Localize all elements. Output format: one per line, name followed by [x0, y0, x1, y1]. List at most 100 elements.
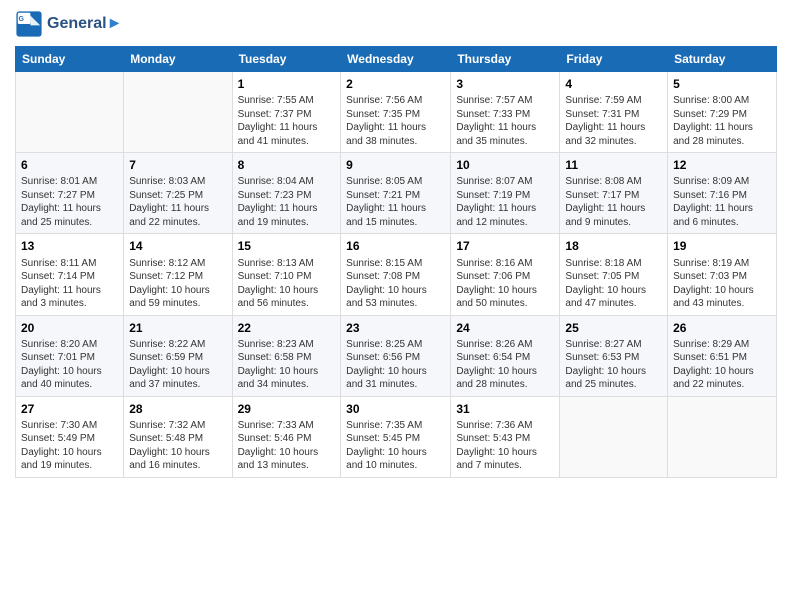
day-info: Sunrise: 7:33 AM Sunset: 5:46 PM Dayligh…	[238, 419, 336, 473]
calendar-cell: 25 Sunrise: 8:27 AM Sunset: 6:53 PM Dayli…	[560, 315, 668, 396]
day-number: 3	[456, 76, 554, 92]
day-info: Sunrise: 8:27 AM Sunset: 6:53 PM Dayligh…	[565, 338, 662, 392]
day-info: Sunrise: 8:23 AM Sunset: 6:58 PM Dayligh…	[238, 338, 336, 392]
day-number: 22	[238, 320, 336, 336]
svg-text:G: G	[19, 16, 25, 23]
day-info: Sunrise: 7:32 AM Sunset: 5:48 PM Dayligh…	[129, 419, 226, 473]
weekday-header-tuesday: Tuesday	[232, 47, 341, 72]
day-info: Sunrise: 8:22 AM Sunset: 6:59 PM Dayligh…	[129, 338, 226, 392]
calendar-cell	[16, 72, 124, 153]
calendar-week-5: 27Sunrise: 7:30 AM Sunset: 5:49 PM Dayli…	[16, 396, 777, 477]
day-info: Sunrise: 8:20 AM Sunset: 7:01 PM Dayligh…	[21, 338, 118, 392]
calendar-cell: 30 Sunrise: 7:35 AM Sunset: 5:45 PM Dayli…	[341, 396, 451, 477]
calendar-cell: 20 Sunrise: 8:20 AM Sunset: 7:01 PM Dayli…	[16, 315, 124, 396]
weekday-header-friday: Friday	[560, 47, 668, 72]
calendar-week-3: 13 Sunrise: 8:11 AM Sunset: 7:14 PM Dayli…	[16, 234, 777, 315]
day-info: Sunrise: 8:01 AM Sunset: 7:27 PM Dayligh…	[21, 175, 118, 229]
day-info: Sunrise: 8:18 AM Sunset: 7:05 PM Dayligh…	[565, 257, 662, 311]
day-number: 13	[21, 238, 118, 254]
calendar-cell: 26 Sunrise: 8:29 AM Sunset: 6:51 PM Dayli…	[668, 315, 777, 396]
calendar-cell: 11Sunrise: 8:08 AM Sunset: 7:17 PM Dayli…	[560, 153, 668, 234]
day-number: 20	[21, 320, 118, 336]
calendar-cell	[560, 396, 668, 477]
calendar-cell: 1 Sunrise: 7:55 AM Sunset: 7:37 PM Daylig…	[232, 72, 341, 153]
day-number: 30	[346, 401, 445, 417]
day-number: 1	[238, 76, 336, 92]
calendar-cell	[124, 72, 232, 153]
weekday-header-saturday: Saturday	[668, 47, 777, 72]
day-number: 14	[129, 238, 226, 254]
calendar-cell: 17 Sunrise: 8:16 AM Sunset: 7:06 PM Dayli…	[451, 234, 560, 315]
calendar-cell: 5 Sunrise: 8:00 AM Sunset: 7:29 PM Daylig…	[668, 72, 777, 153]
day-number: 6	[21, 157, 118, 173]
day-number: 7	[129, 157, 226, 173]
day-number: 4	[565, 76, 662, 92]
day-info: Sunrise: 8:29 AM Sunset: 6:51 PM Dayligh…	[673, 338, 771, 392]
calendar-cell: 13 Sunrise: 8:11 AM Sunset: 7:14 PM Dayli…	[16, 234, 124, 315]
day-info: Sunrise: 8:07 AM Sunset: 7:19 PM Dayligh…	[456, 175, 554, 229]
day-number: 8	[238, 157, 336, 173]
day-number: 25	[565, 320, 662, 336]
weekday-header-sunday: Sunday	[16, 47, 124, 72]
weekday-header-thursday: Thursday	[451, 47, 560, 72]
day-info: Sunrise: 8:11 AM Sunset: 7:14 PM Dayligh…	[21, 257, 118, 311]
calendar-week-2: 6 Sunrise: 8:01 AM Sunset: 7:27 PM Daylig…	[16, 153, 777, 234]
calendar-cell: 16 Sunrise: 8:15 AM Sunset: 7:08 PM Dayli…	[341, 234, 451, 315]
calendar-cell: 14 Sunrise: 8:12 AM Sunset: 7:12 PM Dayli…	[124, 234, 232, 315]
day-number: 31	[456, 401, 554, 417]
calendar-cell: 31 Sunrise: 7:36 AM Sunset: 5:43 PM Dayli…	[451, 396, 560, 477]
day-number: 24	[456, 320, 554, 336]
day-info: Sunrise: 7:36 AM Sunset: 5:43 PM Dayligh…	[456, 419, 554, 473]
day-number: 23	[346, 320, 445, 336]
day-number: 15	[238, 238, 336, 254]
calendar-cell: 12 Sunrise: 8:09 AM Sunset: 7:16 PM Dayli…	[668, 153, 777, 234]
page: G General► SundayMondayTuesdayWednesdayT…	[0, 0, 792, 612]
day-number: 28	[129, 401, 226, 417]
calendar-cell: 22 Sunrise: 8:23 AM Sunset: 6:58 PM Dayli…	[232, 315, 341, 396]
day-info: Sunrise: 8:16 AM Sunset: 7:06 PM Dayligh…	[456, 257, 554, 311]
calendar-cell: 8Sunrise: 8:04 AM Sunset: 7:23 PM Daylig…	[232, 153, 341, 234]
day-number: 17	[456, 238, 554, 254]
logo: G General►	[15, 10, 122, 38]
day-info: Sunrise: 7:35 AM Sunset: 5:45 PM Dayligh…	[346, 419, 445, 473]
weekday-header-wednesday: Wednesday	[341, 47, 451, 72]
calendar-cell: 15 Sunrise: 8:13 AM Sunset: 7:10 PM Dayli…	[232, 234, 341, 315]
day-number: 12	[673, 157, 771, 173]
day-number: 10	[456, 157, 554, 173]
day-number: 11	[565, 157, 662, 173]
calendar-cell: 19 Sunrise: 8:19 AM Sunset: 7:03 PM Dayli…	[668, 234, 777, 315]
day-number: 21	[129, 320, 226, 336]
day-info: Sunrise: 8:15 AM Sunset: 7:08 PM Dayligh…	[346, 257, 445, 311]
day-number: 9	[346, 157, 445, 173]
calendar-cell: 21 Sunrise: 8:22 AM Sunset: 6:59 PM Dayli…	[124, 315, 232, 396]
calendar-cell: 7 Sunrise: 8:03 AM Sunset: 7:25 PM Daylig…	[124, 153, 232, 234]
day-number: 19	[673, 238, 771, 254]
calendar-table: SundayMondayTuesdayWednesdayThursdayFrid…	[15, 46, 777, 478]
day-number: 26	[673, 320, 771, 336]
calendar-cell: 10 Sunrise: 8:07 AM Sunset: 7:19 PM Dayli…	[451, 153, 560, 234]
calendar-week-1: 1 Sunrise: 7:55 AM Sunset: 7:37 PM Daylig…	[16, 72, 777, 153]
day-number: 5	[673, 76, 771, 92]
calendar-cell: 4Sunrise: 7:59 AM Sunset: 7:31 PM Daylig…	[560, 72, 668, 153]
calendar-week-4: 20 Sunrise: 8:20 AM Sunset: 7:01 PM Dayli…	[16, 315, 777, 396]
day-info: Sunrise: 8:13 AM Sunset: 7:10 PM Dayligh…	[238, 257, 336, 311]
logo-icon: G	[15, 10, 43, 38]
calendar-cell: 24 Sunrise: 8:26 AM Sunset: 6:54 PM Dayli…	[451, 315, 560, 396]
calendar-cell: 9 Sunrise: 8:05 AM Sunset: 7:21 PM Daylig…	[341, 153, 451, 234]
day-info: Sunrise: 8:19 AM Sunset: 7:03 PM Dayligh…	[673, 257, 771, 311]
day-info: Sunrise: 8:05 AM Sunset: 7:21 PM Dayligh…	[346, 175, 445, 229]
day-info: Sunrise: 8:26 AM Sunset: 6:54 PM Dayligh…	[456, 338, 554, 392]
day-info: Sunrise: 8:09 AM Sunset: 7:16 PM Dayligh…	[673, 175, 771, 229]
day-info: Sunrise: 8:00 AM Sunset: 7:29 PM Dayligh…	[673, 94, 771, 148]
calendar-cell: 18 Sunrise: 8:18 AM Sunset: 7:05 PM Dayli…	[560, 234, 668, 315]
calendar-cell	[668, 396, 777, 477]
calendar-cell: 3Sunrise: 7:57 AM Sunset: 7:33 PM Daylig…	[451, 72, 560, 153]
day-number: 18	[565, 238, 662, 254]
day-info: Sunrise: 8:12 AM Sunset: 7:12 PM Dayligh…	[129, 257, 226, 311]
day-number: 16	[346, 238, 445, 254]
calendar-cell: 23Sunrise: 8:25 AM Sunset: 6:56 PM Dayli…	[341, 315, 451, 396]
day-info: Sunrise: 8:03 AM Sunset: 7:25 PM Dayligh…	[129, 175, 226, 229]
calendar-cell: 28 Sunrise: 7:32 AM Sunset: 5:48 PM Dayli…	[124, 396, 232, 477]
day-info: Sunrise: 7:55 AM Sunset: 7:37 PM Dayligh…	[238, 94, 336, 148]
calendar-cell: 2Sunrise: 7:56 AM Sunset: 7:35 PM Daylig…	[341, 72, 451, 153]
